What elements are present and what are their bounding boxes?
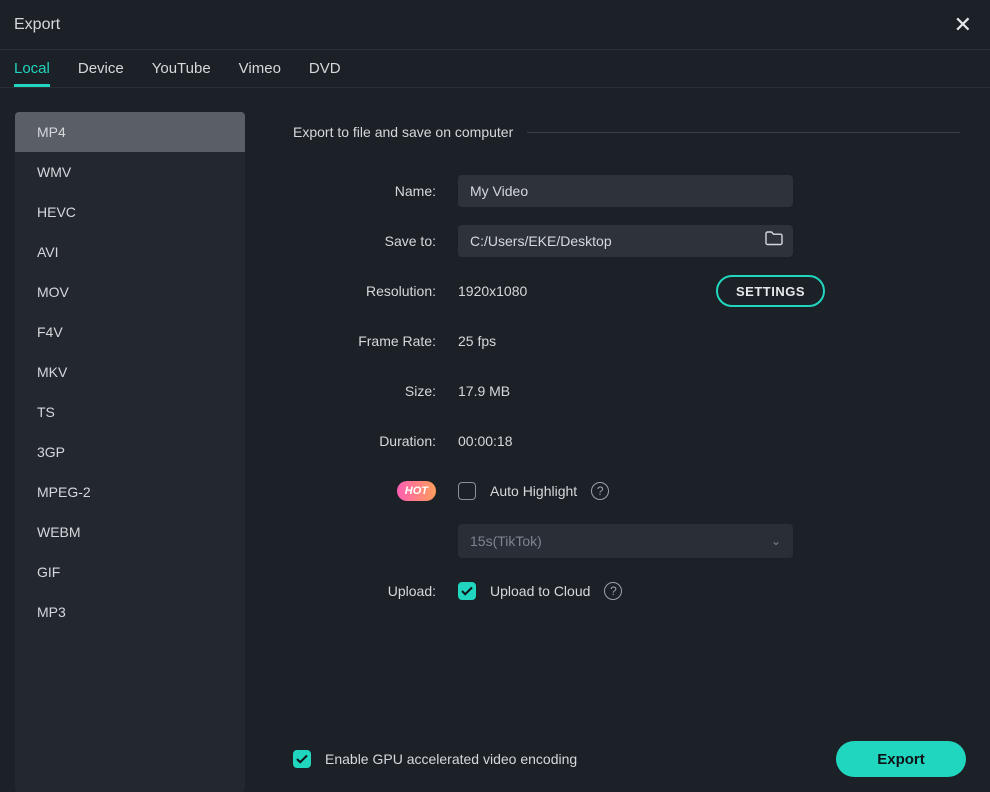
help-icon[interactable]: ? [604,582,622,600]
format-item-3gp[interactable]: 3GP [15,432,245,472]
autohighlight-label: Auto Highlight [490,483,577,499]
format-item-hevc[interactable]: HEVC [15,192,245,232]
export-button[interactable]: Export [836,741,966,777]
tab-dvd[interactable]: DVD [309,60,341,87]
size-label: Size: [293,383,458,399]
framerate-label: Frame Rate: [293,333,458,349]
format-item-wmv[interactable]: WMV [15,152,245,192]
section-title-text: Export to file and save on computer [293,124,513,140]
uploadcloud-label: Upload to Cloud [490,583,590,599]
window-title: Export [14,16,60,34]
format-item-mp4[interactable]: MP4 [15,112,245,152]
hot-badge: HOT [397,481,436,501]
upload-label: Upload: [293,583,458,599]
tab-local[interactable]: Local [14,60,50,87]
name-label: Name: [293,183,458,199]
duration-value: 00:00:18 [458,433,513,449]
section-title: Export to file and save on computer [293,124,960,140]
tabs: Local Device YouTube Vimeo DVD [0,50,990,88]
gpu-label: Enable GPU accelerated video encoding [325,751,577,767]
help-icon[interactable]: ? [591,482,609,500]
format-item-mkv[interactable]: MKV [15,352,245,392]
titlebar: Export ✕ [0,0,990,50]
size-value: 17.9 MB [458,383,510,399]
resolution-label: Resolution: [293,283,458,299]
settings-button[interactable]: SETTINGS [716,275,825,307]
format-item-mpeg2[interactable]: MPEG-2 [15,472,245,512]
framerate-value: 25 fps [458,333,496,349]
saveto-input[interactable] [458,225,793,257]
duration-label: Duration: [293,433,458,449]
format-item-webm[interactable]: WEBM [15,512,245,552]
saveto-label: Save to: [293,233,458,249]
preset-value: 15s(TikTok) [470,533,542,549]
main-panel: Export to file and save on computer Name… [245,112,990,792]
format-item-mp3[interactable]: MP3 [15,592,245,632]
resolution-value: 1920x1080 [458,283,527,299]
close-icon[interactable]: ✕ [954,14,972,36]
format-item-mov[interactable]: MOV [15,272,245,312]
format-item-avi[interactable]: AVI [15,232,245,272]
format-item-ts[interactable]: TS [15,392,245,432]
chevron-down-icon: ⌄ [771,534,781,548]
autohighlight-checkbox[interactable] [458,482,476,500]
preset-select[interactable]: 15s(TikTok) ⌄ [458,524,793,558]
tab-vimeo[interactable]: Vimeo [239,60,281,87]
name-input[interactable] [458,175,793,207]
format-sidebar: MP4 WMV HEVC AVI MOV F4V MKV TS 3GP MPEG… [15,112,245,792]
tab-youtube[interactable]: YouTube [152,60,211,87]
uploadcloud-checkbox[interactable] [458,582,476,600]
tab-device[interactable]: Device [78,60,124,87]
folder-icon[interactable] [765,231,783,251]
format-item-gif[interactable]: GIF [15,552,245,592]
format-item-f4v[interactable]: F4V [15,312,245,352]
gpu-checkbox[interactable] [293,750,311,768]
